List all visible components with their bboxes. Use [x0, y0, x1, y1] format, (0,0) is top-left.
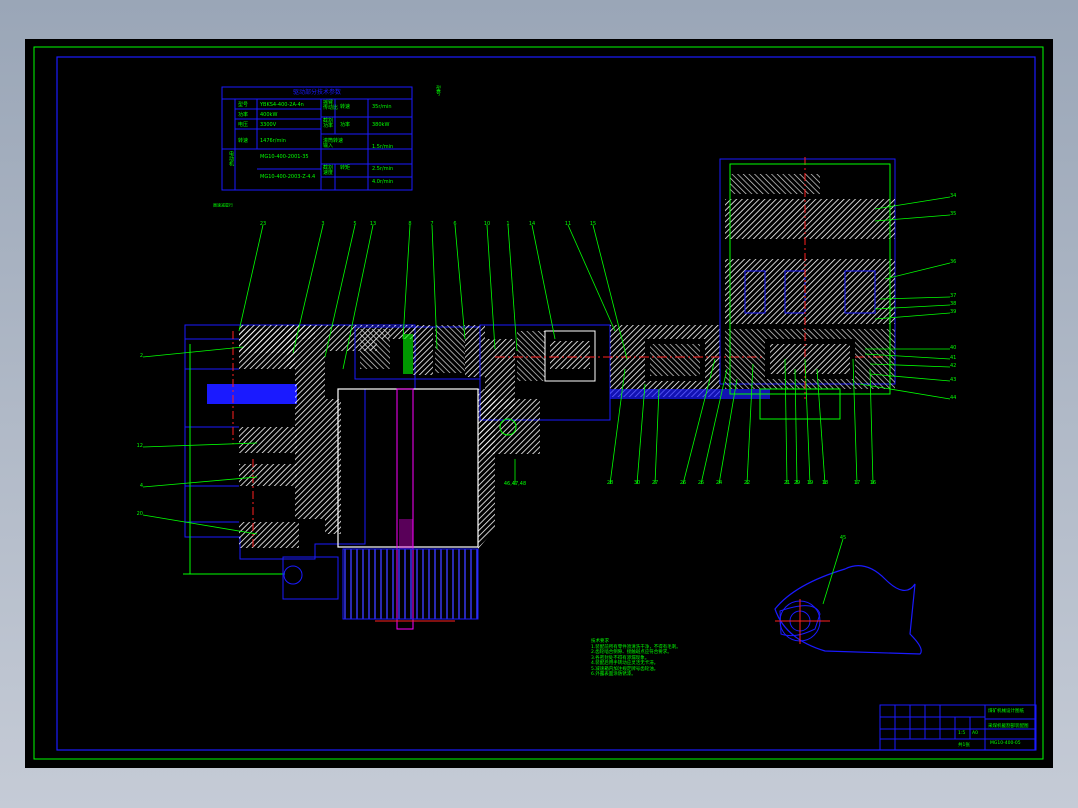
table-label-model: 型号: [436, 86, 442, 97]
callout-right-44: 44: [950, 395, 956, 401]
table-right-label-1: 截割 功率: [323, 118, 334, 129]
title-sheet: 共1张: [958, 743, 970, 748]
callout-bottom-30: 30: [634, 480, 640, 486]
leader-line: [142, 346, 244, 358]
leader-line: [402, 224, 411, 340]
callout-right-37: 37: [950, 293, 956, 299]
table-right-label2-3: 转矩: [340, 165, 351, 171]
callout-right-38: 38: [950, 301, 956, 307]
title-block-text: 煤矿机械设计图纸 采煤机截割部装配图 MG10-400-05 1:5 共1张 A…: [880, 705, 1036, 750]
table-group-motor: 电动机: [228, 151, 234, 166]
callout-top-5: 5: [353, 221, 356, 227]
table-right-value-3: 2.5r/min: [372, 166, 394, 172]
table-right-label2-1: 功率: [340, 122, 351, 128]
leader-line: [859, 383, 951, 400]
callout-bottom-22: 22: [744, 480, 750, 486]
table-value-2: 3300V: [260, 122, 277, 128]
callout-left-4: 4: [140, 483, 143, 489]
leader-line: [454, 224, 466, 340]
detail-view: [774, 565, 922, 655]
callout-left-12: 12: [137, 443, 143, 449]
table-right-label-3: 截割 速度: [323, 165, 334, 176]
table-right-label2-0: 转速: [340, 104, 351, 110]
callout-bottom-25: 25: [698, 480, 704, 486]
callout-top-8: 8: [408, 221, 411, 227]
callout-top-23: 23: [260, 221, 266, 227]
callout-top-7: 7: [430, 221, 433, 227]
callout-top-10: 10: [484, 221, 490, 227]
table-value-4: MG10-400-2001-35: [260, 154, 309, 160]
callout-right-34: 34: [950, 193, 956, 199]
leader-line: [486, 224, 496, 350]
callout-right-36: 36: [950, 259, 956, 265]
callout-top-3: 3: [321, 221, 324, 227]
leader-line: [531, 224, 556, 340]
callout-top-13: 13: [370, 221, 376, 227]
table-value-0: YBKS4-400-2A·4n: [260, 102, 304, 108]
table-label-2: 电压: [238, 122, 249, 128]
callout-bottom-24: 24: [716, 480, 722, 486]
assembly-drawing: 23 3 5 13 8 7 6 10 1 14 11 1521242028 30 27 26 25 24 22 21…: [33, 46, 1044, 760]
table-value-3: 1476r/min: [260, 138, 286, 144]
callout-left-20: 20: [137, 511, 143, 517]
drawing-canvas[interactable]: 23 3 5 13 8 7 6 10 1 14 11 15 2 12 4 20 28 30 27 26 25 24 22 21…: [25, 39, 1053, 768]
inner-border: [56, 56, 1036, 751]
callout-top-15: 15: [590, 221, 596, 227]
table-group-reducer: 行星减速器: [213, 203, 234, 207]
callout-bottom-19: 19: [807, 480, 813, 486]
parameter-table-text: 驱动部分技术参数 电动机 行星减速器 型号 型号 YBKS4-400-2A·4n…: [213, 87, 441, 208]
callout-bottom-26: 26: [680, 480, 686, 486]
table-right-value-0: 35r/min: [372, 104, 392, 110]
callout-top-11: 11: [565, 221, 571, 227]
callout-right-35: 35: [950, 211, 956, 217]
table-right-value-1: 380kW: [372, 122, 390, 128]
callout-misc-0: 46,47,48: [504, 481, 526, 487]
callout-top-6: 6: [453, 221, 456, 227]
title-drawing-number: MG10-400-05: [990, 741, 1021, 746]
table-value-5: MG10-400-2003-Z·4.4: [260, 174, 316, 180]
callout-bottom-17: 17: [854, 480, 860, 486]
leader-line: [567, 224, 616, 332]
notes-line-5: 6.外露表面涂防锈漆。: [591, 672, 636, 677]
callout-right-42: 42: [950, 363, 956, 369]
table-label-3: 转速: [238, 138, 249, 144]
notes-line-1: 2.齿轮啮合侧隙、接触斑点应符合要求。: [591, 650, 672, 655]
title-scale: 1:5: [958, 731, 966, 736]
title-drawing-name: 采煤机截割部装配图: [988, 724, 1029, 729]
callout-bottom-29: 29: [794, 480, 800, 486]
callout-right-40: 40: [950, 345, 956, 351]
table-right-label-2: 滚筒转速 输入: [323, 138, 344, 149]
callout-right-43: 43: [950, 377, 956, 383]
callout-bottom-16: 16: [870, 480, 876, 486]
table-right-value-4: 4.0r/min: [372, 179, 394, 185]
table-title: 驱动部分技术参数: [292, 89, 341, 96]
table-right-label-0: 摇臂 传动比: [323, 100, 339, 111]
right-housing: [719, 157, 896, 420]
table-value-1: 400kW: [260, 112, 278, 118]
table-right-value-2: 1.5r/min: [372, 144, 394, 150]
leader-line: [822, 538, 844, 605]
callout-bottom-21: 21: [784, 480, 790, 486]
title-company: 煤矿机械设计图纸: [988, 709, 1024, 714]
cad-viewer-background: 23 3 5 13 8 7 6 10 1 14 11 15 2 12 4 20 28 30 27 26 25 24 22 21…: [0, 0, 1078, 808]
callout-left-2: 2: [140, 353, 143, 359]
callout-right-41: 41: [950, 355, 956, 361]
table-label-0: 型号: [238, 102, 249, 108]
leader-line: [654, 388, 660, 485]
leader-line: [507, 224, 518, 352]
technical-notes-text: 技术要求 1.装配前所有零件须清洗干净，不得有毛刺。 2.齿轮啮合侧隙、接触斑点…: [591, 639, 681, 678]
title-material-mark: A0: [972, 731, 978, 736]
callout-top-1: 1: [506, 221, 509, 227]
callout-bottom-28: 28: [607, 480, 613, 486]
leader-line: [238, 224, 264, 332]
callout-top-14: 14: [529, 221, 535, 227]
callout-right-39: 39: [950, 309, 956, 315]
callout-bottom-18: 18: [822, 480, 828, 486]
table-label-1: 功率: [238, 112, 249, 118]
callout-misc-1: 45: [840, 535, 846, 541]
callout-bottom-27: 27: [652, 480, 658, 486]
